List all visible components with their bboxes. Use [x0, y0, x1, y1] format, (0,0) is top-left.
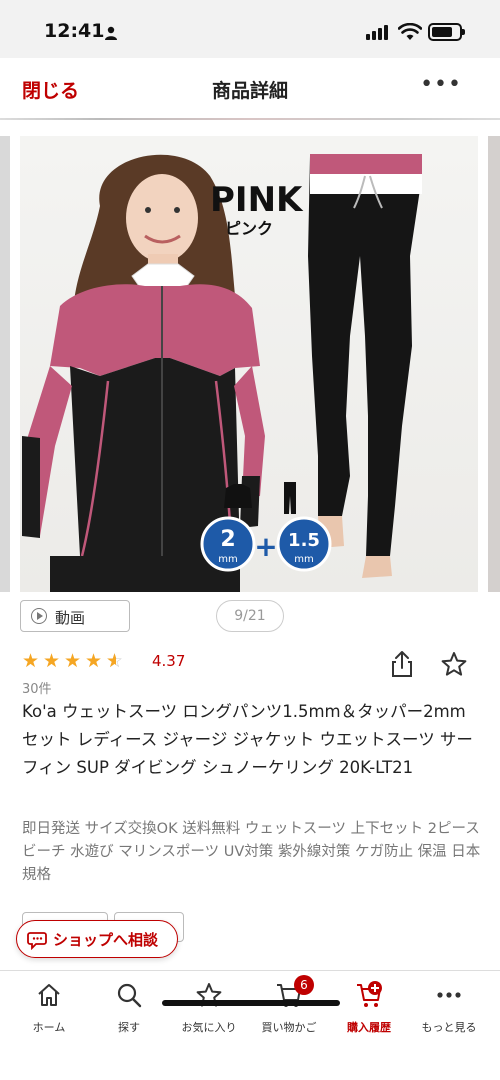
tab-search[interactable]: 探す — [88, 981, 170, 1041]
image-gallery[interactable]: PINK ピンク 2 mm + 1.5 mm — [0, 136, 500, 592]
tab-label: 購入履歴 — [347, 1021, 391, 1034]
tab-label: もっと見る — [421, 1021, 477, 1034]
status-time: 12:41 — [44, 20, 105, 42]
purchase-history-icon — [357, 981, 382, 1007]
color-name-ja: ピンク — [225, 219, 273, 238]
status-bar: 12:41 — [0, 0, 500, 58]
video-button[interactable]: 動画 — [20, 600, 130, 632]
tab-favorites[interactable]: お気に入り — [168, 981, 250, 1041]
tab-label: ホーム — [32, 1021, 66, 1034]
product-description: 即日発送 サイズ交換OK 送料無料 ウェットスーツ 上下セット 2ピース ビーチ… — [22, 821, 481, 883]
review-count[interactable]: 30件 — [22, 678, 52, 697]
wifi-icon — [398, 23, 422, 40]
rating-value: 4.37 — [152, 652, 186, 670]
share-icon[interactable] — [390, 650, 414, 678]
product-title: Ko'a ウェットスーツ ロングパンツ1.5mm＆タッパー2mm セット レディ… — [22, 702, 473, 777]
shop-consult-button[interactable]: ショップへ相談 — [16, 920, 178, 958]
cart-count-badge: 6 — [294, 975, 314, 995]
shop-consult-label: ショップへ相談 — [53, 931, 159, 949]
tab-more[interactable]: もっと見る — [408, 981, 490, 1041]
product-detail-sheet: 閉じる 商品詳細 ••• PINK ピンク 2 mm + 1.5 mm 動画 9… — [0, 58, 500, 1080]
pants-thickness: 1.5 — [288, 530, 320, 551]
header: 閉じる 商品詳細 ••• — [0, 58, 500, 118]
star-full-icon: ★ — [43, 650, 61, 672]
person-icon — [105, 26, 117, 40]
plus-sign: + — [254, 530, 277, 563]
tab-label: お気に入り — [181, 1021, 237, 1034]
pants-thickness-unit: mm — [294, 554, 313, 565]
play-icon — [31, 608, 47, 624]
video-button-label: 動画 — [55, 609, 86, 627]
more-options-button[interactable]: ••• — [420, 72, 462, 97]
image-page-counter: 9/21 — [216, 600, 284, 632]
star-full-icon: ★ — [64, 650, 82, 672]
tab-label: 買い物かご — [261, 1021, 317, 1034]
star-full-icon: ★ — [22, 650, 40, 672]
search-icon — [117, 983, 142, 1008]
bottom-tab-bar: ホーム 探す お気に入り 6 買い物かご 購入履歴 もっと見る — [0, 970, 500, 1080]
favorite-star-icon[interactable] — [440, 650, 468, 678]
chat-bubble-icon — [27, 932, 47, 950]
tab-home[interactable]: ホーム — [8, 981, 90, 1041]
header-divider — [0, 118, 500, 120]
star-full-icon: ★ — [85, 650, 103, 672]
wetsuit-illustration: PINK ピンク 2 mm + 1.5 mm — [22, 154, 422, 592]
home-indicator — [162, 1000, 340, 1006]
previous-slide-peek[interactable] — [0, 136, 10, 592]
more-icon — [437, 992, 461, 998]
battery-icon — [428, 23, 465, 41]
signal-icon — [366, 25, 388, 40]
tab-purchase-history[interactable]: 購入履歴 — [328, 981, 410, 1041]
jacket-thickness-unit: mm — [218, 554, 237, 565]
next-slide-peek[interactable] — [488, 136, 500, 592]
home-icon — [38, 984, 60, 1006]
color-name-en: PINK — [210, 180, 304, 220]
tab-label: 探す — [118, 1021, 140, 1034]
tab-cart[interactable]: 6 買い物かご — [248, 975, 330, 1041]
jacket-thickness: 2 — [220, 527, 235, 552]
product-image[interactable]: PINK ピンク 2 mm + 1.5 mm — [20, 136, 478, 592]
